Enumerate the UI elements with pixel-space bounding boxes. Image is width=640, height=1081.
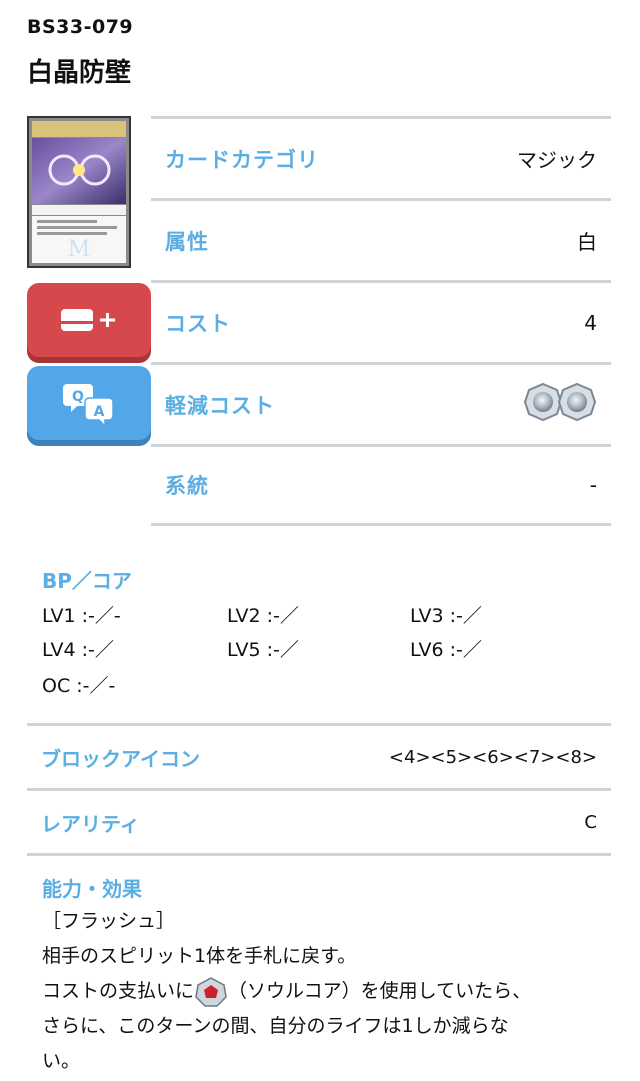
info-row-category: カードカテゴリ マジック [151, 116, 611, 198]
info-row-family: 系統 - [151, 444, 611, 526]
bp-level-6: LV6 :-／ [410, 639, 482, 661]
info-label: カードカテゴリ [165, 147, 319, 172]
card-image[interactable]: M [27, 116, 131, 268]
info-value: 白 [577, 230, 597, 254]
bp-level-5: LV5 :-／ [227, 639, 299, 661]
svg-text:M: M [68, 237, 91, 262]
info-row-attribute: 属性 白 [151, 198, 611, 280]
svg-text:A: A [94, 404, 105, 420]
bp-core-title: BP／コア [42, 569, 132, 593]
bp-level-oc: OC :-／- [42, 675, 116, 697]
info-row-cost: コスト 4 [151, 280, 611, 362]
effect-text-part: （ソウルコア）を使用していたら、 [228, 980, 532, 1002]
info-value: 4 [584, 310, 597, 335]
effect-line: コストの支払いに （ソウルコア）を使用していたら、 [42, 974, 602, 1009]
white-core-reduction-icon [523, 382, 597, 422]
bp-level-3: LV3 :-／ [410, 605, 482, 627]
qa-icon: Q A [63, 384, 114, 426]
info-label: 系統 [165, 474, 209, 498]
effect-line: ［フラッシュ］ [42, 910, 176, 932]
rarity-row: レアリティ C [27, 791, 611, 853]
effect-line: い。 [42, 1050, 81, 1072]
block-icon-value: <4><5><6><7><8> [388, 746, 597, 768]
soul-core-icon [195, 976, 227, 1007]
card-id: BS33-079 [27, 16, 134, 38]
svg-text:Q: Q [72, 389, 84, 405]
add-to-deck-button[interactable] [27, 283, 151, 357]
divider [27, 853, 611, 856]
effect-line: 相手のスピリット1体を手札に戻す。 [42, 945, 357, 967]
effect-line: さらに、このターンの間、自分のライフは1しか減らな [42, 1015, 509, 1037]
info-value: マジック [517, 148, 597, 172]
info-label: 属性 [165, 229, 209, 254]
info-value: - [589, 473, 597, 497]
effect-title: 能力・効果 [42, 877, 142, 901]
info-label: 軽減コスト [165, 393, 275, 418]
reduction-cost-icons [523, 382, 597, 427]
block-icon-label: ブロックアイコン [41, 746, 200, 771]
effect-text: ［フラッシュ］ 相手のスピリット1体を手札に戻す。 コストの支払いに （ソウルコ… [42, 904, 602, 1079]
qa-button[interactable]: Q A [27, 366, 151, 440]
block-icon-row: ブロックアイコン <4><5><6><7><8> [27, 726, 611, 788]
bp-level-4: LV4 :-／ [42, 639, 114, 661]
info-label: コスト [165, 311, 231, 336]
info-row-reduction: 軽減コスト [151, 362, 611, 444]
rarity-value: C [584, 811, 597, 833]
bp-level-2: LV2 :-／ [227, 605, 299, 627]
effect-text-part: コストの支払いに [42, 980, 195, 1002]
card-info-table: カードカテゴリ マジック 属性 白 コスト 4 軽減コスト 系統 - [151, 116, 611, 526]
card-plus-icon [61, 309, 115, 331]
rarity-label: レアリティ [41, 811, 140, 836]
bp-level-1: LV1 :-／- [42, 605, 121, 627]
card-name: 白晶防壁 [27, 58, 132, 88]
